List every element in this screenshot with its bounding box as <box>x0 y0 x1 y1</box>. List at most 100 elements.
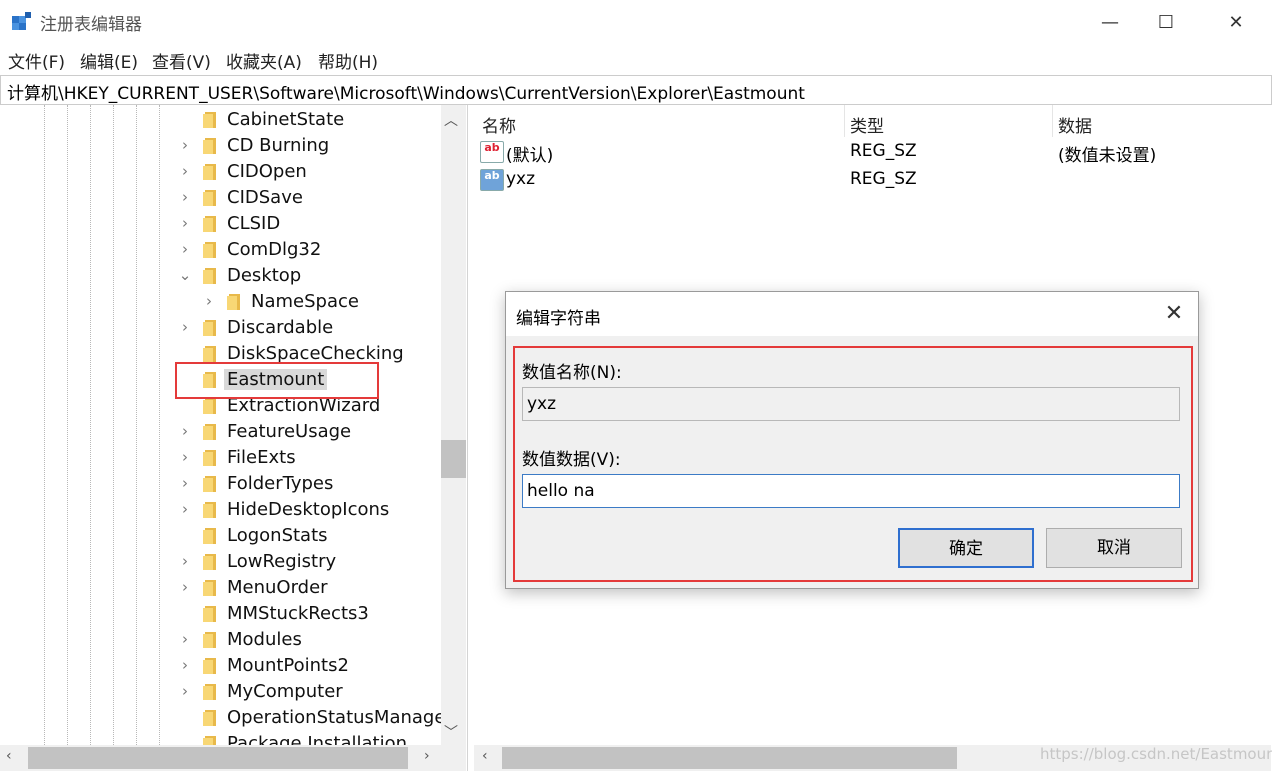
value-data-input[interactable]: hello na <box>522 474 1180 508</box>
tree-item[interactable]: › MyComputer <box>0 679 440 705</box>
tree-item[interactable]: › ComDlg32 <box>0 237 440 263</box>
dialog-close-icon[interactable]: ✕ <box>1158 298 1190 330</box>
pane-splitter[interactable] <box>467 105 474 771</box>
tree-item[interactable]: › NameSpace <box>0 289 440 315</box>
menu-file[interactable]: 文件(F) <box>8 48 65 73</box>
tree-item[interactable]: › CLSID <box>0 211 440 237</box>
value-type: REG_SZ <box>850 169 917 189</box>
tree-horizontal-scroll-thumb[interactable] <box>28 747 408 769</box>
chevron-right-icon[interactable]: › <box>178 136 192 154</box>
dialog-title-bar: 编辑字符串 ✕ <box>506 292 1198 336</box>
tree-item[interactable]: › Discardable <box>0 315 440 341</box>
tree-item[interactable]: Package Installation <box>0 731 440 745</box>
chevron-right-icon[interactable]: › <box>178 552 192 570</box>
chevron-right-icon[interactable]: › <box>178 448 192 466</box>
list-horizontal-scroll-thumb[interactable] <box>502 747 957 769</box>
column-header-data[interactable]: 数据 <box>1058 112 1092 137</box>
column-header-name[interactable]: 名称 <box>482 112 516 137</box>
tree-item-label: CabinetState <box>227 109 345 130</box>
tree-item-label: ComDlg32 <box>227 239 322 260</box>
tree-item[interactable]: LogonStats <box>0 523 440 549</box>
menu-edit[interactable]: 编辑(E) <box>80 48 138 73</box>
tree-item-label: HideDesktopIcons <box>227 499 390 520</box>
minimize-icon: — <box>1101 11 1119 33</box>
value-data-label: 数值数据(V): <box>522 450 621 470</box>
string-value-icon: ab <box>480 169 504 191</box>
folder-icon <box>203 710 218 726</box>
chevron-right-icon[interactable]: › <box>178 630 192 648</box>
chevron-right-icon[interactable]: › <box>178 188 192 206</box>
tree-item[interactable]: › MenuOrder <box>0 575 440 601</box>
tree-item[interactable]: › HideDesktopIcons <box>0 497 440 523</box>
tree-item-label: DiskSpaceChecking <box>227 343 404 364</box>
folder-icon <box>203 684 218 700</box>
column-separator[interactable] <box>1052 105 1053 137</box>
chevron-right-icon[interactable]: › <box>178 682 192 700</box>
tree-item[interactable]: › MountPoints2 <box>0 653 440 679</box>
close-button[interactable]: ✕ <box>1208 0 1264 44</box>
scroll-left-icon[interactable]: ‹ <box>482 748 488 764</box>
dialog-title: 编辑字符串 <box>516 309 601 329</box>
folder-icon <box>203 112 218 128</box>
tree-item[interactable]: MMStuckRects3 <box>0 601 440 627</box>
chevron-right-icon[interactable]: › <box>178 578 192 596</box>
folder-icon <box>203 164 218 180</box>
chevron-right-icon[interactable]: › <box>178 422 192 440</box>
window-title: 注册表编辑器 <box>40 15 142 35</box>
tree-item[interactable]: › FileExts <box>0 445 440 471</box>
tree-item-label: MountPoints2 <box>227 655 349 676</box>
menu-view[interactable]: 查看(V) <box>152 48 211 73</box>
tree-item[interactable]: › CD Burning <box>0 133 440 159</box>
selection-highlight-box <box>175 362 379 399</box>
minimize-button[interactable]: — <box>1082 0 1138 44</box>
chevron-right-icon[interactable]: › <box>178 162 192 180</box>
tree-item[interactable]: › FeatureUsage <box>0 419 440 445</box>
chevron-right-icon[interactable]: › <box>202 292 216 310</box>
folder-icon <box>227 294 242 310</box>
menu-help[interactable]: 帮助(H) <box>318 48 378 73</box>
folder-icon <box>203 242 218 258</box>
column-separator[interactable] <box>844 105 845 137</box>
ok-button[interactable]: 确定 <box>898 528 1034 568</box>
folder-icon <box>203 528 218 544</box>
folder-icon <box>203 580 218 596</box>
chevron-down-icon[interactable]: ⌄ <box>178 266 192 284</box>
tree-item[interactable]: OperationStatusManage <box>0 705 445 731</box>
scroll-up-icon[interactable]: ︿ <box>444 110 458 130</box>
tree-item[interactable]: CabinetState <box>0 107 440 133</box>
address-bar[interactable]: 计算机\HKEY_CURRENT_USER\Software\Microsoft… <box>0 75 1272 105</box>
scroll-right-icon[interactable]: › <box>424 748 430 764</box>
cancel-button[interactable]: 取消 <box>1046 528 1182 568</box>
tree-vertical-scrollbar[interactable] <box>441 105 466 745</box>
tree-item-label: FolderTypes <box>227 473 334 494</box>
chevron-right-icon[interactable]: › <box>178 318 192 336</box>
tree-item[interactable]: › CIDOpen <box>0 159 440 185</box>
column-header-type[interactable]: 类型 <box>850 112 884 137</box>
regedit-app-icon <box>12 12 31 30</box>
chevron-right-icon[interactable]: › <box>178 500 192 518</box>
menu-favorites[interactable]: 收藏夹(A) <box>226 48 302 73</box>
value-name-field: yxz <box>522 387 1180 421</box>
list-row[interactable]: ab yxz REG_SZ <box>474 167 1271 193</box>
folder-icon <box>203 476 218 492</box>
tree-item[interactable]: › Modules <box>0 627 440 653</box>
address-path: 计算机\HKEY_CURRENT_USER\Software\Microsoft… <box>7 84 805 104</box>
chevron-right-icon[interactable]: › <box>178 656 192 674</box>
scroll-left-icon[interactable]: ‹ <box>6 748 12 764</box>
tree-item[interactable]: ⌄ Desktop <box>0 263 440 289</box>
chevron-right-icon[interactable]: › <box>178 214 192 232</box>
menu-bar: 文件(F) 编辑(E) 查看(V) 收藏夹(A) 帮助(H) <box>0 44 1272 74</box>
folder-icon <box>203 502 218 518</box>
tree-item[interactable]: › CIDSave <box>0 185 440 211</box>
tree-vertical-scroll-thumb[interactable] <box>441 440 466 478</box>
list-row[interactable]: ab (默认) REG_SZ (数值未设置) <box>474 139 1271 166</box>
tree-item[interactable]: › FolderTypes <box>0 471 440 497</box>
tree-item-label: CD Burning <box>227 135 330 156</box>
tree-item[interactable]: › LowRegistry <box>0 549 440 575</box>
chevron-right-icon[interactable]: › <box>178 474 192 492</box>
maximize-icon: ☐ <box>1157 11 1175 33</box>
folder-icon <box>203 346 218 362</box>
chevron-right-icon[interactable]: › <box>178 240 192 258</box>
maximize-button[interactable]: ☐ <box>1138 0 1194 44</box>
scroll-down-icon[interactable]: ﹀ <box>444 722 458 742</box>
